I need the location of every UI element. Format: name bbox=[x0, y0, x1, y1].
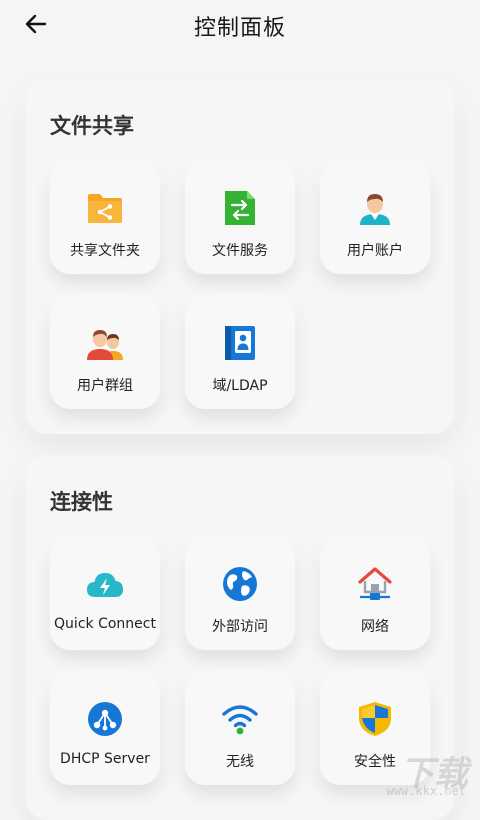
tile-external-access[interactable]: 外部访问 bbox=[185, 540, 295, 650]
tile-network[interactable]: 网络 bbox=[320, 540, 430, 650]
dhcp-icon bbox=[85, 699, 125, 739]
globe-icon bbox=[220, 564, 260, 604]
user-group-icon bbox=[85, 323, 125, 363]
section-connectivity: 连接性 Quick Connect 外部访问 网络 DHCP Server 无线… bbox=[26, 460, 454, 820]
tile-label: DHCP Server bbox=[60, 751, 150, 767]
tile-user-account[interactable]: 用户账户 bbox=[320, 164, 430, 274]
tile-wireless[interactable]: 无线 bbox=[185, 675, 295, 785]
app-header: 控制面板 bbox=[0, 0, 480, 52]
user-account-icon bbox=[355, 188, 395, 228]
file-service-icon bbox=[220, 188, 260, 228]
tile-security[interactable]: 安全性 bbox=[320, 675, 430, 785]
tile-label: Quick Connect bbox=[54, 616, 156, 632]
quick-connect-icon bbox=[85, 564, 125, 604]
section-title: 文件共享 bbox=[50, 114, 134, 138]
tile-label: 用户群组 bbox=[77, 378, 133, 394]
page-title: 控制面板 bbox=[193, 16, 286, 41]
tile-file-service[interactable]: 文件服务 bbox=[185, 164, 295, 274]
tile-label: 文件服务 bbox=[212, 243, 268, 259]
network-icon bbox=[355, 564, 395, 604]
tile-quick-connect[interactable]: Quick Connect bbox=[50, 540, 160, 650]
tile-shared-folder[interactable]: 共享文件夹 bbox=[50, 164, 160, 274]
tile-label: 外部访问 bbox=[212, 619, 268, 635]
tile-label: 无线 bbox=[226, 754, 254, 770]
tile-user-group[interactable]: 用户群组 bbox=[50, 299, 160, 409]
wifi-icon bbox=[220, 699, 260, 739]
ldap-icon bbox=[220, 323, 260, 363]
tile-label: 共享文件夹 bbox=[70, 243, 140, 259]
tile-label: 网络 bbox=[361, 619, 389, 635]
back-arrow-icon bbox=[25, 14, 47, 34]
shared-folder-icon bbox=[85, 188, 125, 228]
tile-dhcp-server[interactable]: DHCP Server bbox=[50, 675, 160, 785]
shield-icon bbox=[355, 699, 395, 739]
tile-label: 用户账户 bbox=[347, 243, 403, 259]
tile-ldap[interactable]: 域/LDAP bbox=[185, 299, 295, 409]
back-button[interactable] bbox=[20, 8, 52, 40]
tile-label: 域/LDAP bbox=[212, 378, 268, 394]
section-file-sharing: 文件共享 共享文件夹 文件服务 用户账户 用户群组 域/LDAP bbox=[26, 84, 454, 434]
tile-label: 安全性 bbox=[354, 754, 396, 770]
section-title: 连接性 bbox=[50, 490, 113, 514]
